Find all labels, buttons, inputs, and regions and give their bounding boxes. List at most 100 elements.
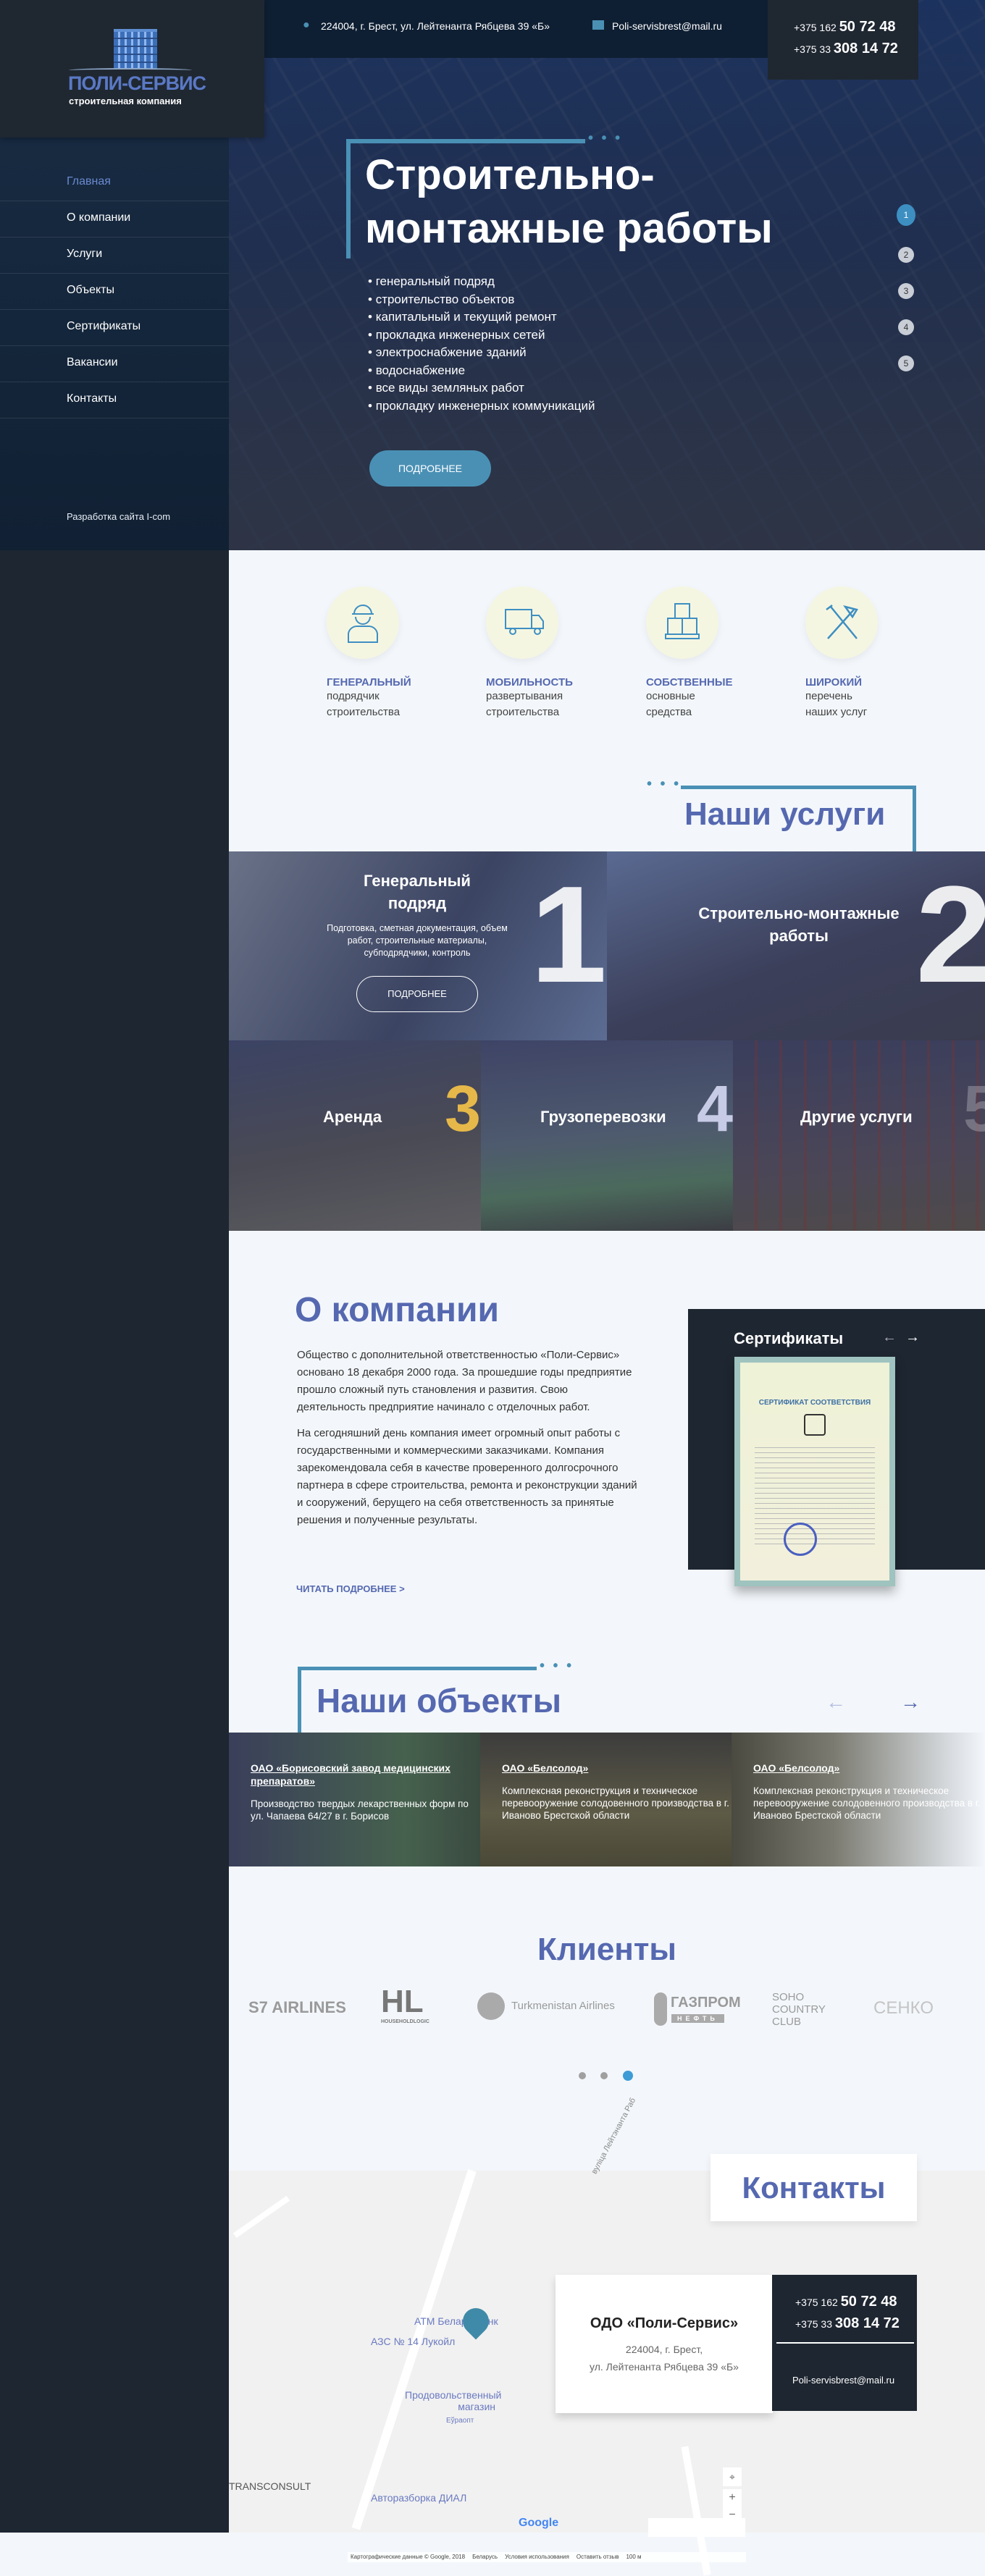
hero-more-button[interactable]: ПОДРОБНЕЕ xyxy=(369,450,491,487)
address-line: 224004, г. Брест, xyxy=(625,2344,703,2355)
bullet: электроснабжение зданий xyxy=(368,344,595,362)
client-logo-s7: S7 AIRLINES xyxy=(248,1998,346,2016)
feature-title: МОБИЛЬНОСТЬ xyxy=(486,676,573,689)
service-tile-construction[interactable]: 2 Строительно-монтажные работы xyxy=(607,851,985,1040)
nav-item-vacancies[interactable]: Вакансии xyxy=(0,346,229,382)
header-phone-1[interactable]: +375 162 50 72 48 xyxy=(794,19,896,35)
service-tile-other[interactable]: 5 Другие услуги xyxy=(733,1040,985,1231)
developer-link[interactable]: Разработка сайта I-com xyxy=(67,511,170,522)
logo-line: CLUB xyxy=(772,2016,802,2028)
read-more-link[interactable]: ЧИТАТЬ ПОДРОБНЕЕ > xyxy=(296,1583,405,1594)
hero-title-line: монтажные работы xyxy=(365,205,773,252)
object-card[interactable]: ОАО «Белсолод» Комплексная реконструкция… xyxy=(732,1733,985,1866)
objects-next-icon[interactable]: → xyxy=(900,1691,921,1714)
bullet: генеральный подряд xyxy=(368,273,595,291)
phone-prefix: +375 33 xyxy=(795,2318,832,2330)
phone-number: 308 14 72 xyxy=(834,2315,900,2331)
object-title[interactable]: ОАО «Борисовский завод медицинских препа… xyxy=(251,1761,480,1788)
certificate-image[interactable]: СЕРТИФИКАТ СООТВЕТСТВИЯ xyxy=(734,1357,895,1586)
feature-range: ШИРОКИЙ перечень наших услуг xyxy=(805,586,950,720)
slide-dot-2[interactable]: 2 xyxy=(898,247,914,263)
bullet: капитальный и текущий ремонт xyxy=(368,308,595,327)
object-title[interactable]: ОАО «Белсолод» xyxy=(502,1761,732,1775)
feature-text: подрядчик xyxy=(327,690,380,702)
service-number: 5 xyxy=(963,1073,985,1145)
nav-item-about[interactable]: О компании xyxy=(0,201,229,237)
map-poi[interactable]: TRANSCONSULT xyxy=(229,2480,311,2492)
gazprom-flame-icon xyxy=(654,1992,667,2026)
objects-prev-icon[interactable]: ← xyxy=(826,1691,846,1714)
slide-dot-1[interactable]: 1 xyxy=(897,204,915,226)
service-tile-general[interactable]: 1 Генеральный подряд Подготовка, сметная… xyxy=(229,851,607,1040)
service-desc: Подготовка, сметная документация, объем … xyxy=(327,923,508,958)
object-card[interactable]: ОАО «Белсолод» Комплексная реконструкция… xyxy=(480,1733,732,1866)
feature-title: ГЕНЕРАЛЬНЫЙ xyxy=(327,676,411,689)
map-footer-item[interactable]: Условия использования xyxy=(505,2554,569,2561)
arrow-left-icon[interactable]: ← xyxy=(882,1329,897,1346)
sidebar-background xyxy=(0,550,229,2533)
map-poi[interactable]: Авторазборка ДИАЛ xyxy=(371,2492,466,2504)
map-footer-item: Беларусь xyxy=(472,2554,498,2560)
map-road xyxy=(232,2195,290,2239)
slide-dot-5[interactable]: 5 xyxy=(898,355,914,371)
feature-text: перечень xyxy=(805,690,852,702)
logo[interactable]: ПОЛИ-СЕРВИС строительная компания xyxy=(0,0,264,138)
feature-text: развертывания xyxy=(486,690,563,702)
map-pin-icon[interactable] xyxy=(457,2302,495,2340)
object-desc: Производство твердых лекарственных форм … xyxy=(251,1798,469,1822)
header-phone-2[interactable]: +375 33 308 14 72 xyxy=(794,41,898,57)
services-heading: Наши услуги xyxy=(684,796,886,832)
company-name: ОДО «Поли-Сервис» xyxy=(590,2315,739,2331)
slide-dot-4[interactable]: 4 xyxy=(898,319,914,335)
building-icon xyxy=(114,29,157,70)
feature-mobility: МОБИЛЬНОСТЬ развертывания строительства xyxy=(486,586,631,720)
clients-page-dot[interactable] xyxy=(579,2072,586,2079)
feature-title: ШИРОКИЙ xyxy=(805,676,863,689)
map-type-control[interactable] xyxy=(648,2518,745,2537)
feature-circle xyxy=(327,586,399,659)
phone-prefix: +375 33 xyxy=(794,43,831,55)
service-title: Аренда xyxy=(323,1108,382,1126)
nav-item-objects[interactable]: Объекты xyxy=(0,274,229,310)
my-location-icon[interactable]: ⌖ xyxy=(723,2467,742,2486)
nav-item-home[interactable]: Главная xyxy=(0,165,229,201)
mail-icon xyxy=(592,20,604,30)
contact-phone-2[interactable]: +375 33 308 14 72 xyxy=(795,2315,900,2332)
map-poi[interactable]: Еўраопт xyxy=(446,2417,474,2425)
map-poi[interactable]: АЗС № 14 Лукойл xyxy=(371,2336,455,2347)
map-poi[interactable]: Продовольственный магазин xyxy=(405,2389,501,2412)
service-tile-rent[interactable]: 3 Аренда xyxy=(229,1040,481,1231)
clients-page-dot-active[interactable] xyxy=(623,2071,633,2081)
contact-phone-1[interactable]: +375 162 50 72 48 xyxy=(795,2294,897,2310)
object-title[interactable]: ОАО «Белсолод» xyxy=(753,1761,985,1775)
arrow-right-icon[interactable]: → xyxy=(905,1329,920,1346)
nav-item-services[interactable]: Услуги xyxy=(0,237,229,274)
logo-line: COUNTRY xyxy=(772,2003,826,2016)
feature-general: ГЕНЕРАЛЬНЫЙ подрядчик строительства xyxy=(327,586,471,720)
nav-item-certificates[interactable]: Сертификаты xyxy=(0,310,229,346)
service-tile-transport[interactable]: 4 Грузоперевозки xyxy=(481,1040,733,1231)
service-more-button[interactable]: ПОДРОБНЕЕ xyxy=(356,976,478,1012)
client-logo-hl: HL xyxy=(381,1984,424,2019)
map-footer-item[interactable]: Оставить отзыв xyxy=(577,2554,619,2561)
contact-phones-panel: +375 162 50 72 48 +375 33 308 14 72 Poli… xyxy=(772,2275,917,2411)
object-card[interactable]: ОАО «Борисовский завод медицинских препа… xyxy=(229,1733,480,1866)
contact-email[interactable]: Poli-servisbrest@mail.ru xyxy=(792,2375,894,2386)
clients-page-dot[interactable] xyxy=(600,2072,608,2079)
feature-title: СОБСТВЕННЫЕ xyxy=(646,676,733,689)
header-email[interactable]: Poli-servisbrest@mail.ru xyxy=(612,20,722,32)
map-footer-item: Картографические данные © Google, 2018 xyxy=(351,2554,466,2560)
decor-dots: • • • xyxy=(647,776,682,792)
tr-mark-icon xyxy=(804,1414,826,1436)
hero-title-line: Строительно- xyxy=(365,151,655,198)
map-road xyxy=(351,2169,477,2530)
service-number: 4 xyxy=(696,1073,733,1145)
feature-circle xyxy=(805,586,878,659)
nav-item-contacts[interactable]: Контакты xyxy=(0,382,229,418)
slide-dot-3[interactable]: 3 xyxy=(898,283,914,299)
brand-tagline: строительная компания xyxy=(69,96,182,106)
zoom-in-button[interactable]: + xyxy=(723,2489,742,2506)
phone-number: 50 72 48 xyxy=(840,2294,897,2310)
bullet: водоснабжение xyxy=(368,362,595,380)
service-number: 2 xyxy=(915,858,985,1011)
